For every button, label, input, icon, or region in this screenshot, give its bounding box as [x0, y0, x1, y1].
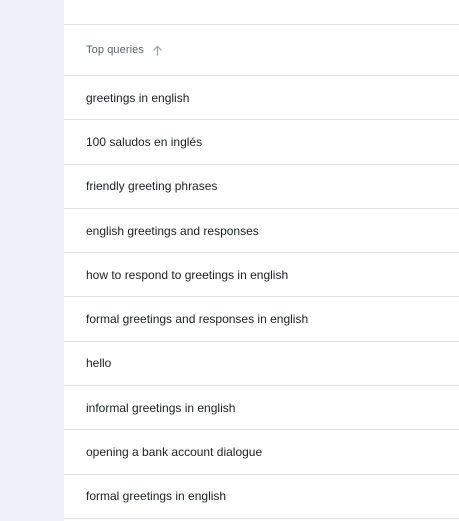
- query-text: formal greetings and responses in englis…: [86, 312, 309, 327]
- query-text: informal greetings in english: [86, 400, 236, 415]
- table-row[interactable]: opening a bank account dialogue: [64, 430, 459, 475]
- query-text: how to respond to greetings in english: [86, 267, 289, 282]
- query-text: hello: [86, 356, 112, 371]
- query-text: 100 saludos en inglés: [86, 134, 203, 149]
- table-row[interactable]: how to respond to greetings in english: [64, 253, 459, 298]
- arrow-up-icon[interactable]: [152, 44, 164, 56]
- queries-table-panel: Top queries greetings in english 100 sal…: [64, 0, 459, 521]
- table-row[interactable]: formal greetings and responses in englis…: [64, 297, 459, 342]
- table-row[interactable]: informal greetings in english: [64, 386, 459, 431]
- table-row[interactable]: english greetings and responses: [64, 209, 459, 254]
- table-row[interactable]: 100 saludos en inglés: [64, 120, 459, 165]
- table-header: Top queries: [64, 25, 459, 76]
- query-text: friendly greeting phrases: [86, 179, 218, 194]
- column-header-top-queries[interactable]: Top queries: [86, 44, 144, 56]
- query-text: formal greetings in english: [86, 489, 227, 504]
- query-text: greetings in english: [86, 90, 190, 105]
- table-row[interactable]: friendly greeting phrases: [64, 165, 459, 209]
- query-text: opening a bank account dialogue: [86, 445, 263, 460]
- table-row[interactable]: hello: [64, 342, 459, 387]
- table-row[interactable]: greetings in english: [64, 76, 459, 121]
- table-row[interactable]: formal greetings in english: [64, 475, 459, 519]
- query-rows: greetings in english 100 saludos en ingl…: [64, 76, 459, 519]
- sidebar-strip: [0, 0, 64, 521]
- query-text: english greetings and responses: [86, 223, 259, 238]
